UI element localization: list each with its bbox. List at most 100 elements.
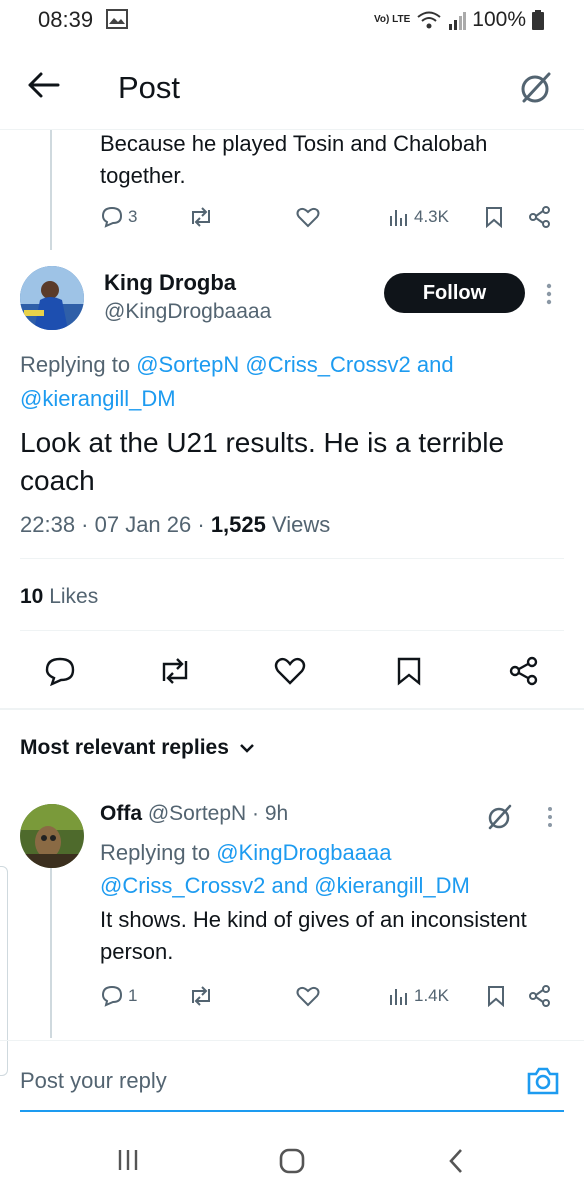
divider	[0, 1040, 584, 1041]
post-text: Look at the U21 results. He is a terribl…	[20, 427, 505, 496]
mention-others[interactable]: @Criss_Crossv2 and @kierangill_DM	[100, 873, 470, 898]
reply-author-name[interactable]: Offa	[100, 802, 142, 825]
signal-icon	[448, 10, 467, 30]
reply-bookmark-button[interactable]	[486, 985, 506, 1007]
reply-actions: 1 1.4K	[100, 985, 560, 1011]
bookmark-icon	[488, 986, 504, 1007]
share-icon	[529, 985, 550, 1007]
view-count: 1,525	[210, 512, 266, 537]
reply-icon	[101, 206, 123, 228]
reply-view-count: 1.4K	[414, 986, 449, 1005]
divider	[20, 558, 564, 559]
prev-bookmark-button[interactable]	[484, 206, 504, 228]
reply-repost-button[interactable]	[188, 985, 214, 1007]
home-icon[interactable]	[278, 1147, 306, 1175]
prev-post-text: Because he played Tosin and Chalobah tog…	[100, 131, 488, 188]
mention-sortepn[interactable]: @SortepN	[136, 352, 239, 377]
replying-prefix: Replying to	[20, 352, 131, 377]
reply-reply-count: 1	[128, 986, 138, 1005]
more-options-icon[interactable]	[545, 282, 553, 306]
reply-icon	[101, 985, 123, 1007]
reply-more-options-icon[interactable]	[546, 806, 554, 828]
likes-stat[interactable]: 10 Likes	[20, 585, 98, 609]
page-title: Post	[118, 70, 181, 105]
prev-like-button[interactable]	[296, 206, 320, 228]
avatar[interactable]	[20, 266, 84, 330]
prev-views-button[interactable]: 4.3K	[388, 206, 449, 228]
system-nav-bar	[0, 1130, 584, 1200]
reply-replying-prefix: Replying to	[100, 840, 211, 865]
reply-input[interactable]: Post your reply	[20, 1068, 167, 1094]
status-time: 08:39	[38, 7, 94, 32]
mention-kierangill[interactable]: @kierangill_DM	[20, 386, 176, 411]
chevron-down-icon	[240, 744, 254, 753]
back-nav-icon[interactable]	[446, 1147, 466, 1175]
author-name[interactable]: King Drogba	[104, 270, 236, 296]
prev-view-count: 4.3K	[414, 207, 449, 226]
reply-reply-button[interactable]: 1	[100, 985, 137, 1007]
repost-button[interactable]	[158, 656, 192, 686]
reply-age: · 9h	[252, 802, 289, 825]
repost-icon	[162, 658, 188, 684]
prev-reply-count: 3	[128, 207, 138, 226]
edge-panel-handle[interactable]	[0, 866, 8, 1076]
thread-connector	[50, 130, 52, 250]
battery-level: 100%	[472, 8, 526, 31]
prev-share-button[interactable]	[528, 206, 552, 228]
prev-repost-button[interactable]	[188, 206, 214, 228]
likes-label: Likes	[49, 585, 99, 608]
grok-icon[interactable]	[518, 70, 558, 110]
status-right: Vo) LTE 100%	[374, 8, 544, 32]
back-arrow-icon[interactable]	[26, 70, 66, 106]
input-underline	[20, 1110, 564, 1112]
repost-icon	[192, 986, 210, 1006]
views-label: Views	[272, 512, 331, 537]
reply-author-handle[interactable]: @SortepN	[148, 802, 246, 825]
reply-text: It shows. He kind of gives of an inconsi…	[100, 907, 527, 964]
bookmark-icon	[397, 657, 421, 686]
recent-apps-icon[interactable]	[116, 1148, 140, 1172]
mention-criss-crossv2[interactable]: @Criss_Crossv2	[245, 352, 410, 377]
heart-icon	[296, 986, 320, 1007]
reply-avatar[interactable]	[20, 804, 84, 868]
share-button[interactable]	[508, 656, 540, 686]
heart-icon	[274, 657, 306, 685]
repost-icon	[192, 207, 210, 227]
reply-views-button[interactable]: 1.4K	[388, 985, 449, 1007]
prev-reply-button[interactable]: 3	[100, 206, 137, 228]
camera-icon[interactable]	[526, 1066, 562, 1098]
status-bar: 08:39 Vo) LTE 100%	[0, 0, 584, 40]
grok-icon[interactable]	[486, 803, 514, 831]
replies-sort-dropdown[interactable]: Most relevant replies	[20, 736, 255, 760]
views-icon	[390, 989, 407, 1005]
reply-button[interactable]	[44, 656, 76, 686]
follow-button[interactable]: Follow	[384, 273, 525, 313]
share-icon	[509, 656, 538, 686]
reply-header: Offa @SortepN · 9h	[100, 802, 288, 826]
section-divider	[0, 708, 584, 710]
gallery-notification-icon	[106, 9, 128, 29]
divider	[20, 630, 564, 631]
share-icon	[529, 206, 550, 228]
views-icon	[390, 210, 407, 226]
wifi-icon	[416, 10, 442, 30]
replies-sort-label: Most relevant replies	[20, 736, 229, 759]
app-header: Post	[0, 50, 584, 130]
replying-to-line: Replying to @SortepN @Criss_Crossv2 and …	[20, 348, 560, 416]
post-meta: 22:38 · 07 Jan 26 · 1,525 Views	[20, 512, 330, 538]
reply-like-button[interactable]	[296, 985, 320, 1007]
mention-and[interactable]: and	[417, 352, 454, 377]
post-timestamp: 22:38 · 07 Jan 26 ·	[20, 512, 205, 537]
author-handle[interactable]: @KingDrogbaaaa	[104, 300, 271, 324]
reply-replying-to: Replying to @KingDrogbaaaa @Criss_Crossv…	[100, 836, 560, 902]
battery-icon	[532, 10, 544, 30]
like-button[interactable]	[274, 656, 306, 686]
reply-share-button[interactable]	[528, 985, 552, 1007]
mention-kingdrogbaaaa[interactable]: @KingDrogbaaaa	[216, 840, 391, 865]
volte-indicator: Vo) LTE	[373, 14, 411, 25]
heart-icon	[296, 207, 320, 228]
likes-count: 10	[20, 585, 44, 608]
bookmark-icon	[486, 207, 502, 228]
bookmark-button[interactable]	[395, 656, 423, 686]
reply-icon	[45, 657, 75, 686]
